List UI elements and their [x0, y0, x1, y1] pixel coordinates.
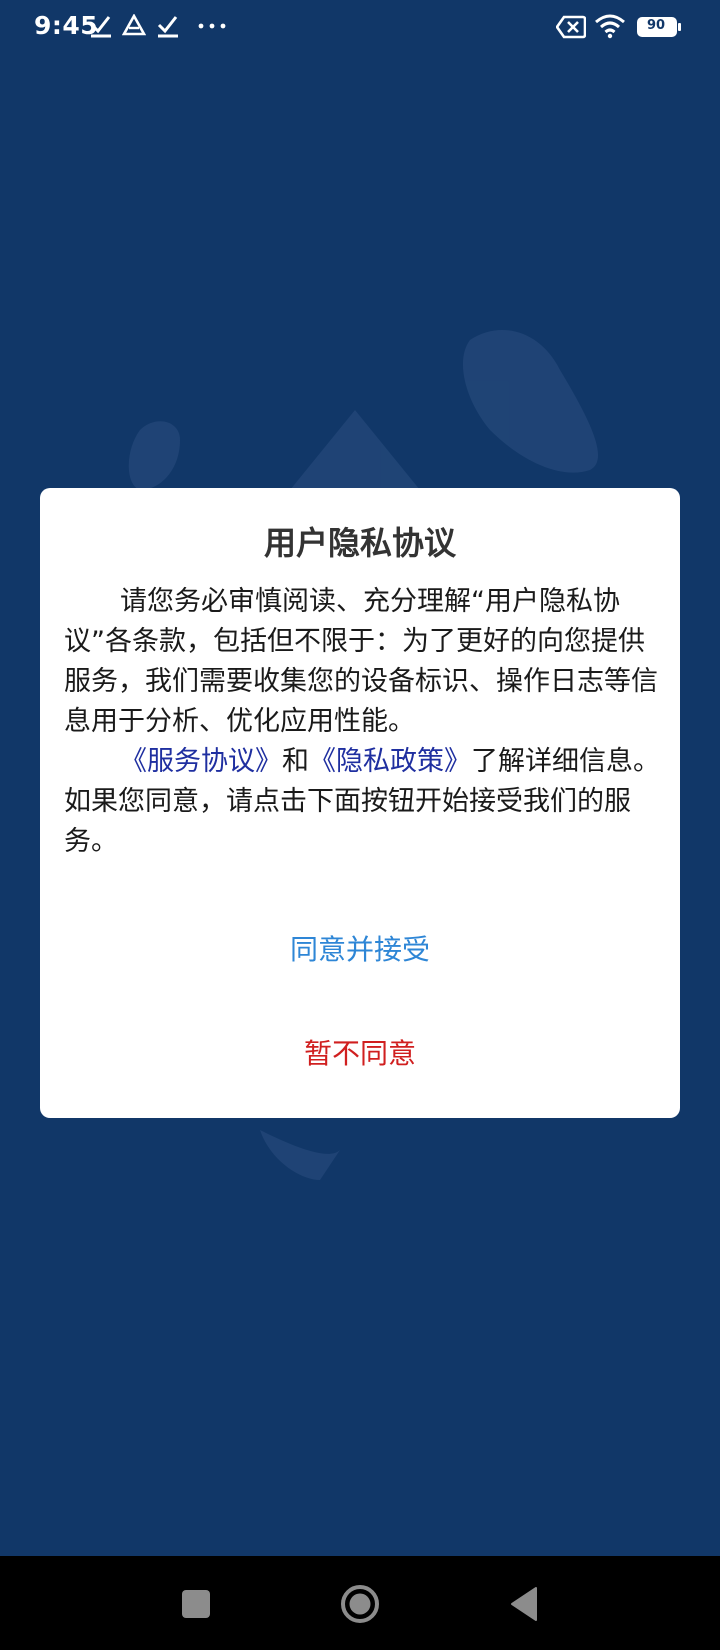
privacy-policy-link[interactable]: 《隐私政策》	[309, 746, 471, 777]
agree-button[interactable]: 同意并接受	[210, 920, 510, 980]
check-icon	[90, 14, 112, 38]
agreement-paragraph: 请您务必审慎阅读、充分理解“用户隐私协议”各条款，包括但不限于：为了更好的向您提…	[64, 586, 658, 737]
back-button[interactable]	[500, 1580, 548, 1628]
dialog-title: 用户隐私协议	[263, 524, 456, 562]
status-time: 9:45	[34, 11, 99, 40]
battery-level: 90	[646, 18, 666, 33]
status-bar: 9:45 90	[0, 0, 720, 54]
home-icon	[341, 1585, 379, 1623]
wifi-icon	[594, 13, 626, 39]
sim-error-icon	[556, 15, 586, 39]
and-text: 和	[282, 746, 309, 777]
more-dots-icon	[198, 22, 226, 30]
privacy-dialog: 用户隐私协议 请您务必审慎阅读、充分理解“用户隐私协议”各条款，包括但不限于：为…	[40, 488, 680, 1118]
check-icon	[157, 14, 179, 38]
navigation-bar	[0, 1556, 720, 1650]
dialog-body: 请您务必审慎阅读、充分理解“用户隐私协议”各条款，包括但不限于：为了更好的向您提…	[64, 582, 664, 862]
back-icon	[511, 1587, 537, 1621]
battery-icon: 90	[636, 16, 682, 38]
links-paragraph: 《服务协议》和《隐私政策》了解详细信息。如果您同意，请点击下面按钮开始接受我们的…	[64, 742, 664, 862]
recents-icon	[182, 1590, 210, 1618]
service-agreement-link[interactable]: 《服务协议》	[120, 746, 282, 777]
recents-button[interactable]	[172, 1580, 220, 1628]
drive-icon	[122, 14, 146, 38]
disagree-button[interactable]: 暂不同意	[210, 1024, 510, 1084]
home-button[interactable]	[336, 1580, 384, 1628]
